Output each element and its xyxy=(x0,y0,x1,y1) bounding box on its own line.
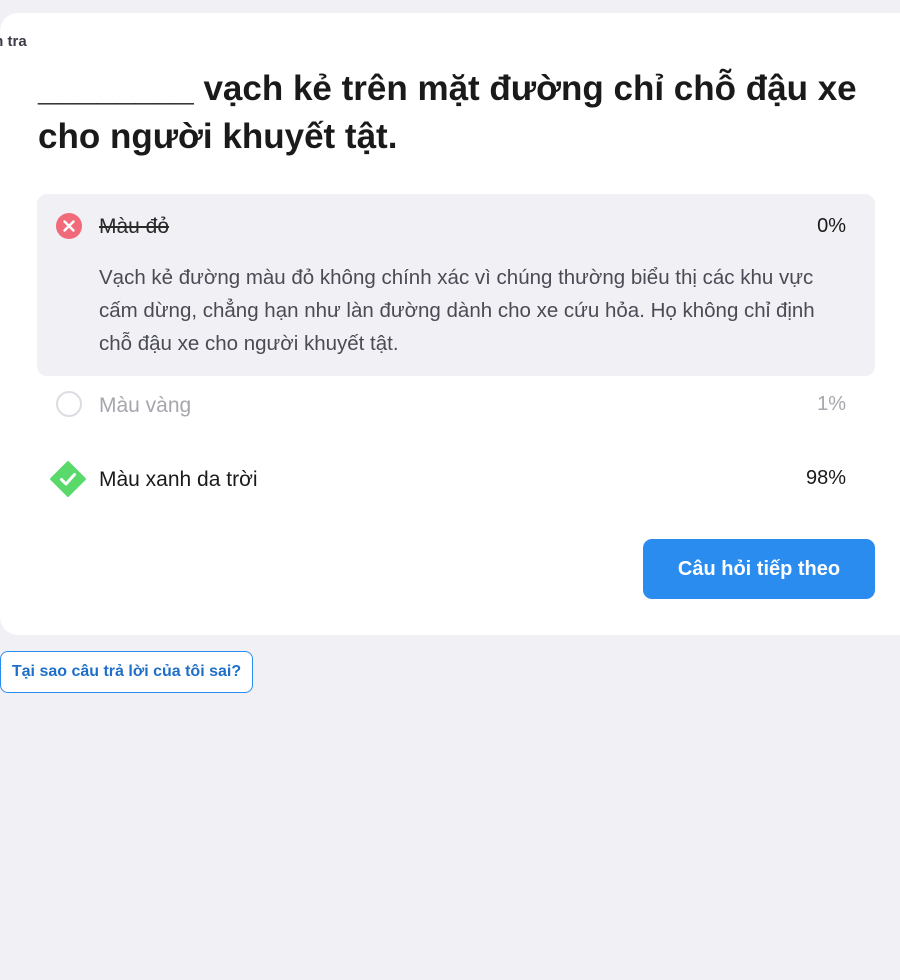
empty-circle-icon xyxy=(56,391,82,417)
x-circle-icon xyxy=(56,213,82,239)
truncated-header-label: m tra xyxy=(0,33,27,50)
why-wrong-button[interactable]: Tại sao câu trả lời của tôi sai? xyxy=(0,651,253,693)
answer-option-correct[interactable]: Màu xanh da trời 98% xyxy=(37,459,875,499)
option-percent: 0% xyxy=(817,215,846,237)
answer-option-wrong[interactable]: Màu đỏ 0% Vạch kẻ đường màu đỏ không chí… xyxy=(37,194,875,376)
option-percent: 1% xyxy=(817,393,846,415)
answer-explanation: Vạch kẻ đường màu đỏ không chính xác vì … xyxy=(99,266,815,355)
question-text: ________ vạch kẻ trên mặt đường chỉ chỗ … xyxy=(38,69,857,156)
option-label: Màu đỏ xyxy=(99,215,170,238)
option-percent: 98% xyxy=(805,467,846,489)
option-label: Màu vàng xyxy=(99,394,192,417)
answer-option[interactable]: Màu vàng 1% xyxy=(37,385,875,425)
next-question-button[interactable]: Câu hỏi tiếp theo xyxy=(643,539,875,599)
check-diamond-icon xyxy=(50,461,86,497)
option-label: Màu xanh da trời xyxy=(99,468,258,491)
